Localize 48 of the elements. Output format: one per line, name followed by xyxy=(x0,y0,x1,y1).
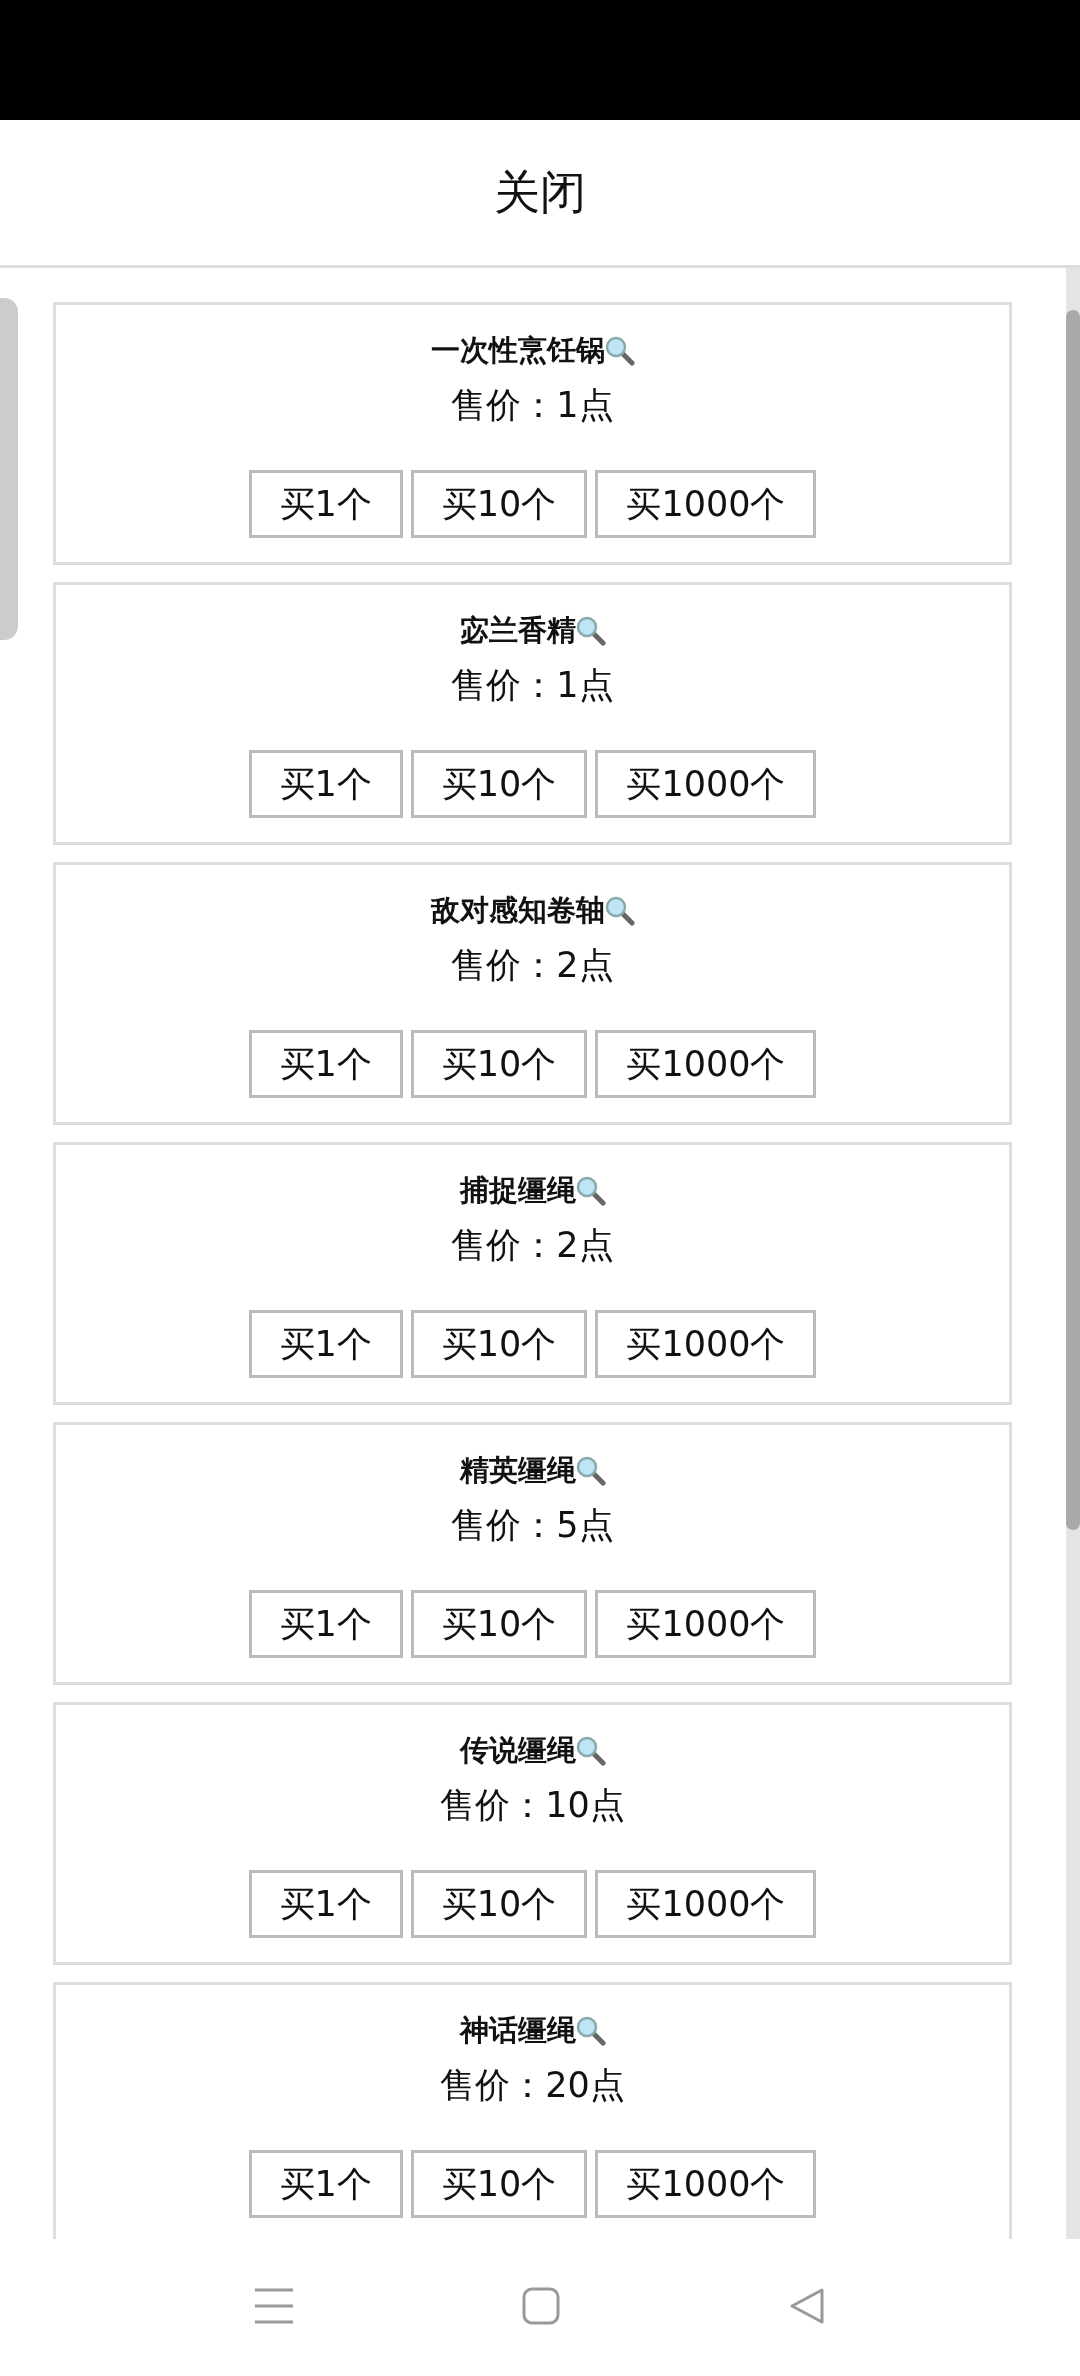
item-price: 售价：5点 xyxy=(451,1503,614,1547)
item-price: 售价：2点 xyxy=(451,943,614,987)
item-name: 神话缰绳 xyxy=(459,2012,576,2049)
buy-button[interactable]: 买1个 xyxy=(248,1590,403,1658)
buy-button[interactable]: 买10个 xyxy=(410,1870,588,1938)
magnifier-icon[interactable] xyxy=(604,335,635,366)
menu-icon[interactable] xyxy=(255,2288,293,2324)
magnifier-icon[interactable] xyxy=(575,2015,606,2046)
item-price: 售价：1点 xyxy=(451,383,614,427)
buy-button[interactable]: 买1个 xyxy=(248,1310,403,1378)
buy-button[interactable]: 买1000个 xyxy=(595,1030,817,1098)
buy-button[interactable]: 买1个 xyxy=(248,1030,403,1098)
magnifier-icon[interactable] xyxy=(575,1455,606,1486)
home-icon[interactable] xyxy=(522,2287,560,2325)
buy-button[interactable]: 买1个 xyxy=(248,2150,403,2218)
buy-button[interactable]: 买1000个 xyxy=(595,1310,817,1378)
item-name: 敌对感知卷轴 xyxy=(430,892,605,929)
item-name: 捕捉缰绳 xyxy=(459,1172,576,1209)
magnifier-icon[interactable] xyxy=(575,1175,606,1206)
buy-button[interactable]: 买1000个 xyxy=(595,750,817,818)
buy-button[interactable]: 买1个 xyxy=(248,750,403,818)
scrollbar-thumb[interactable] xyxy=(1066,310,1080,1530)
buy-button[interactable]: 买1000个 xyxy=(595,1590,817,1658)
buy-button[interactable]: 买10个 xyxy=(410,1590,588,1658)
side-handle[interactable] xyxy=(0,298,18,640)
buy-button[interactable]: 买1000个 xyxy=(595,1870,817,1938)
item-price: 售价：10点 xyxy=(440,1783,625,1827)
magnifier-icon[interactable] xyxy=(575,1735,606,1766)
buy-button[interactable]: 买1个 xyxy=(248,1870,403,1938)
item-name: 精英缰绳 xyxy=(459,1452,576,1489)
buy-button[interactable]: 买1个 xyxy=(248,470,403,538)
buy-button[interactable]: 买10个 xyxy=(410,2150,588,2218)
buy-button[interactable]: 买10个 xyxy=(410,750,588,818)
buy-button[interactable]: 买1000个 xyxy=(595,2150,817,2218)
back-icon[interactable] xyxy=(789,2287,825,2325)
buy-button[interactable]: 买10个 xyxy=(410,470,588,538)
item-price: 售价：1点 xyxy=(451,663,614,707)
item-name: 传说缰绳 xyxy=(459,1732,576,1769)
buy-button[interactable]: 买10个 xyxy=(410,1030,588,1098)
item-name: 宓兰香精 xyxy=(459,612,576,649)
item-price: 售价：20点 xyxy=(440,2063,625,2107)
magnifier-icon[interactable] xyxy=(575,615,606,646)
item-price: 售价：2点 xyxy=(451,1223,614,1267)
buy-button[interactable]: 买10个 xyxy=(410,1310,588,1378)
magnifier-icon[interactable] xyxy=(604,895,635,926)
item-name: 一次性烹饪锅 xyxy=(430,332,605,369)
buy-button[interactable]: 买1000个 xyxy=(595,470,817,538)
close-button[interactable]: 关闭 xyxy=(494,158,586,227)
